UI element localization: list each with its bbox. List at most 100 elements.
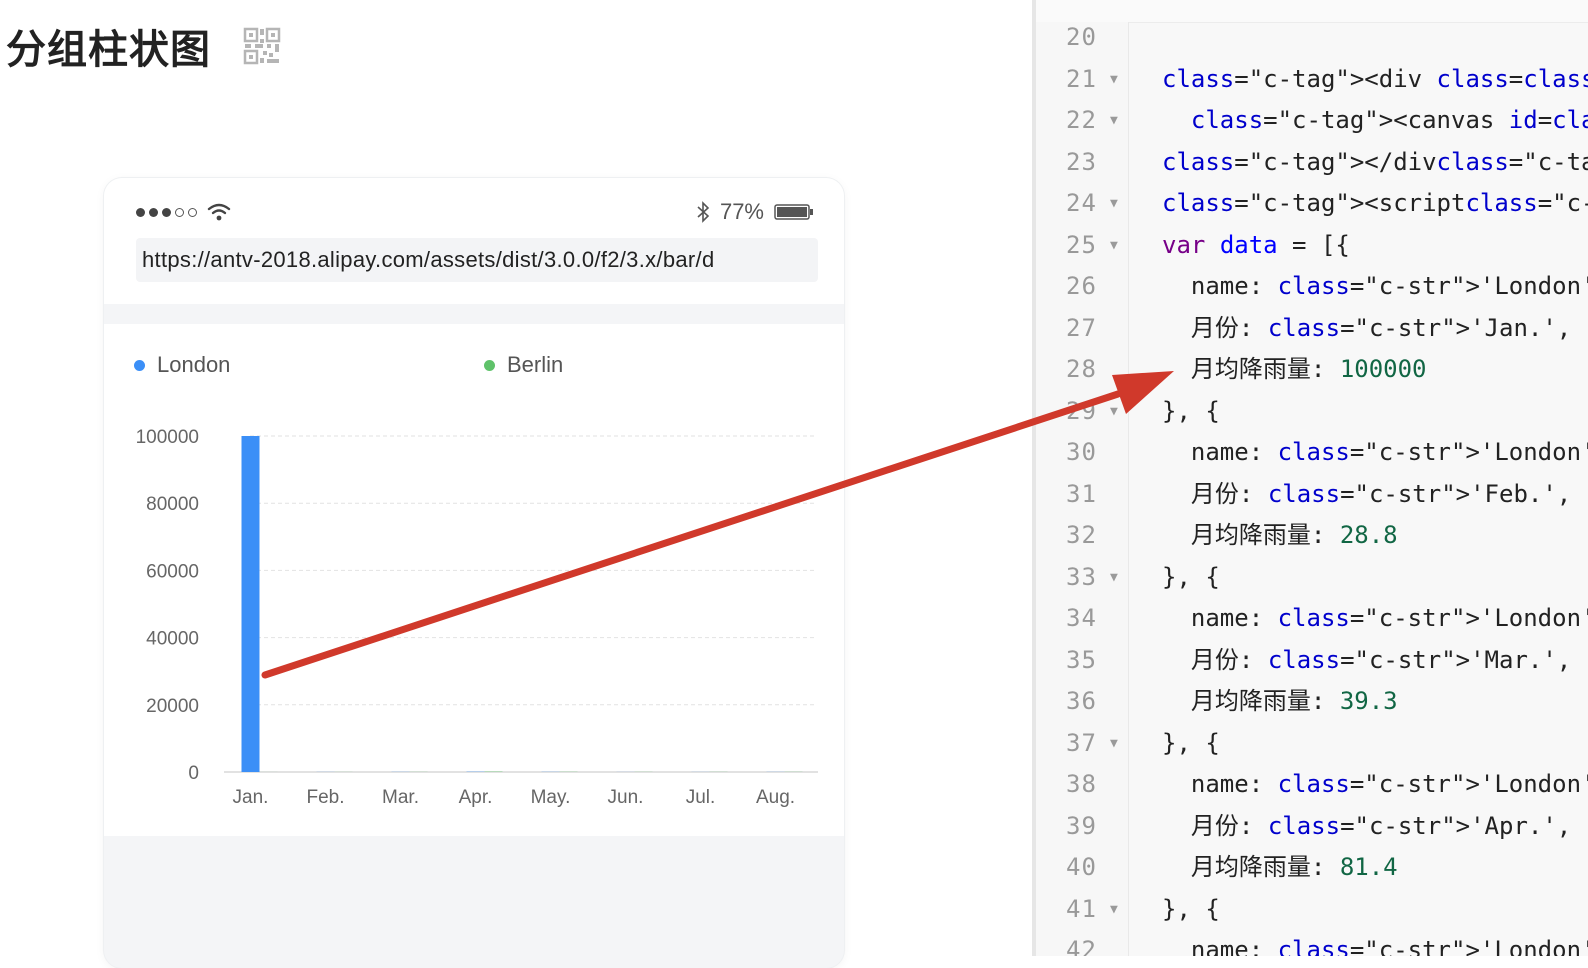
code-line[interactable]: 35 月份: class="c-str">'Mar.', [1036,640,1588,681]
code-text: }, { [1162,889,1220,930]
code-line[interactable]: 24▼ class="c-tag"><scriptclass="c-tag">> [1036,183,1588,224]
code-line[interactable]: 34 name: class="c-str">'London', [1036,598,1588,639]
code-line[interactable]: 22▼ class="c-tag"><canvas id=class="c-st… [1036,100,1588,141]
code-text: 月均降雨量: 39.3 [1162,681,1398,722]
code-text: 月份: class="c-str">'Apr.', [1162,806,1571,847]
code-line[interactable]: 42 name: class="c-str">'London', [1036,930,1588,956]
line-number: 36 [1066,681,1106,722]
code-line[interactable]: 27 月份: class="c-str">'Jan.', [1036,308,1588,349]
x-tick-label: Jul. [686,787,716,808]
code-text: 月份: class="c-str">'Jan.', [1162,308,1571,349]
fold-arrow-icon[interactable]: ▼ [1110,183,1118,224]
code-line[interactable]: 28 月均降雨量: 100000 [1036,349,1588,390]
battery-icon [774,203,814,221]
code-line[interactable]: 36 月均降雨量: 39.3 [1036,681,1588,722]
url-bar[interactable]: https://antv-2018.alipay.com/assets/dist… [136,238,818,282]
phone-preview: 77% https://antv-2018.alipay.com/assets/… [104,178,844,968]
battery-percent: 77% [720,199,764,225]
code-line[interactable]: 40 月均降雨量: 81.4 [1036,847,1588,888]
code-line[interactable]: 32 月均降雨量: 28.8 [1036,515,1588,556]
code-editor[interactable]: 2021▼class="c-tag"><div class=class="c-s… [1032,0,1588,956]
page-title: 分组柱状图 [6,17,211,75]
code-line[interactable]: 25▼ var data = [{ [1036,225,1588,266]
code-text: 月均降雨量: 100000 [1162,349,1427,390]
code-text: 月份: class="c-str">'Feb.', [1162,474,1571,515]
line-number: 32 [1066,515,1106,556]
line-number: 33 [1066,557,1106,598]
line-number: 26 [1066,266,1106,307]
chart-panel: London Berlin 02000040000600008000010000… [104,324,844,836]
y-tick-label: 80000 [146,494,199,515]
code-text: 月均降雨量: 28.8 [1162,515,1398,556]
line-number: 42 [1066,930,1106,956]
code-line[interactable]: 21▼ class="c-tag"><div class=class="c-str… [1036,59,1588,100]
qr-code-icon[interactable] [243,27,281,65]
y-tick-label: 60000 [146,561,199,582]
code-line[interactable]: 33▼ }, { [1036,557,1588,598]
code-line[interactable]: 41▼ }, { [1036,889,1588,930]
x-tick-label: May. [531,787,571,808]
line-number: 39 [1066,806,1106,847]
code-text: }, { [1162,391,1220,432]
y-tick-label: 20000 [146,696,199,717]
x-tick-label: Jun. [608,787,644,808]
x-tick-label: Feb. [306,787,344,808]
fold-arrow-icon[interactable]: ▼ [1110,391,1118,432]
line-number: 40 [1066,847,1106,888]
code-text: }, { [1162,723,1220,764]
line-number: 20 [1066,17,1106,58]
code-text: class="c-tag"><scriptclass="c-tag">> [1162,183,1588,224]
code-text: name: class="c-str">'London', [1162,930,1588,956]
fold-arrow-icon[interactable]: ▼ [1110,100,1118,141]
line-number: 35 [1066,640,1106,681]
bar-london [242,436,260,772]
code-line[interactable]: 38 name: class="c-str">'London', [1036,764,1588,805]
y-tick-label: 0 [188,763,199,784]
line-number: 37 [1066,723,1106,764]
code-text: name: class="c-str">'London', [1162,432,1588,473]
status-bar: 77% [136,198,814,226]
code-line[interactable]: 20 [1036,17,1588,58]
y-tick-label: 100000 [136,427,199,448]
fold-arrow-icon[interactable]: ▼ [1110,557,1118,598]
code-line[interactable]: 29▼ }, { [1036,391,1588,432]
fold-arrow-icon[interactable]: ▼ [1110,723,1118,764]
fold-arrow-icon[interactable]: ▼ [1110,889,1118,930]
page-header: 分组柱状图 [6,18,281,74]
line-number: 30 [1066,432,1106,473]
code-text: }, { [1162,557,1220,598]
fold-arrow-icon[interactable]: ▼ [1110,59,1118,100]
line-number: 25 [1066,225,1106,266]
line-number: 24 [1066,183,1106,224]
code-line[interactable]: 23class="c-tag"></divclass="c-tag">> [1036,142,1588,183]
code-line[interactable]: 39 月份: class="c-str">'Apr.', [1036,806,1588,847]
code-line[interactable]: 37▼ }, { [1036,723,1588,764]
line-number: 27 [1066,308,1106,349]
code-text: name: class="c-str">'London', [1162,764,1588,805]
code-line[interactable]: 31 月份: class="c-str">'Feb.', [1036,474,1588,515]
browser-chrome: 77% https://antv-2018.alipay.com/assets/… [104,178,844,304]
x-tick-label: Jan. [233,787,269,808]
x-tick-label: Mar. [382,787,419,808]
code-line[interactable]: 30 name: class="c-str">'London', [1036,432,1588,473]
bar-chart: 020000400006000080000100000Jan.Feb.Mar.A… [104,324,844,836]
code-text: var data = [{ [1162,225,1350,266]
bluetooth-icon [696,201,710,223]
line-number: 34 [1066,598,1106,639]
line-number: 28 [1066,349,1106,390]
fold-arrow-icon[interactable]: ▼ [1110,225,1118,266]
code-text: name: class="c-str">'London', [1162,266,1588,307]
code-text: name: class="c-str">'London', [1162,598,1588,639]
code-text: class="c-tag"><div class=class="c-str">"… [1162,59,1588,100]
line-number: 41 [1066,889,1106,930]
code-text: 月份: class="c-str">'Mar.', [1162,640,1571,681]
line-number: 21 [1066,59,1106,100]
line-number: 31 [1066,474,1106,515]
code-text: 月均降雨量: 81.4 [1162,847,1398,888]
code-line[interactable]: 26 name: class="c-str">'London', [1036,266,1588,307]
line-number: 29 [1066,391,1106,432]
y-tick-label: 40000 [146,629,199,650]
code-text: class="c-tag"><canvas id=class="c-str">"… [1162,100,1588,141]
line-number: 22 [1066,100,1106,141]
code-text: class="c-tag"></divclass="c-tag">> [1162,142,1588,183]
